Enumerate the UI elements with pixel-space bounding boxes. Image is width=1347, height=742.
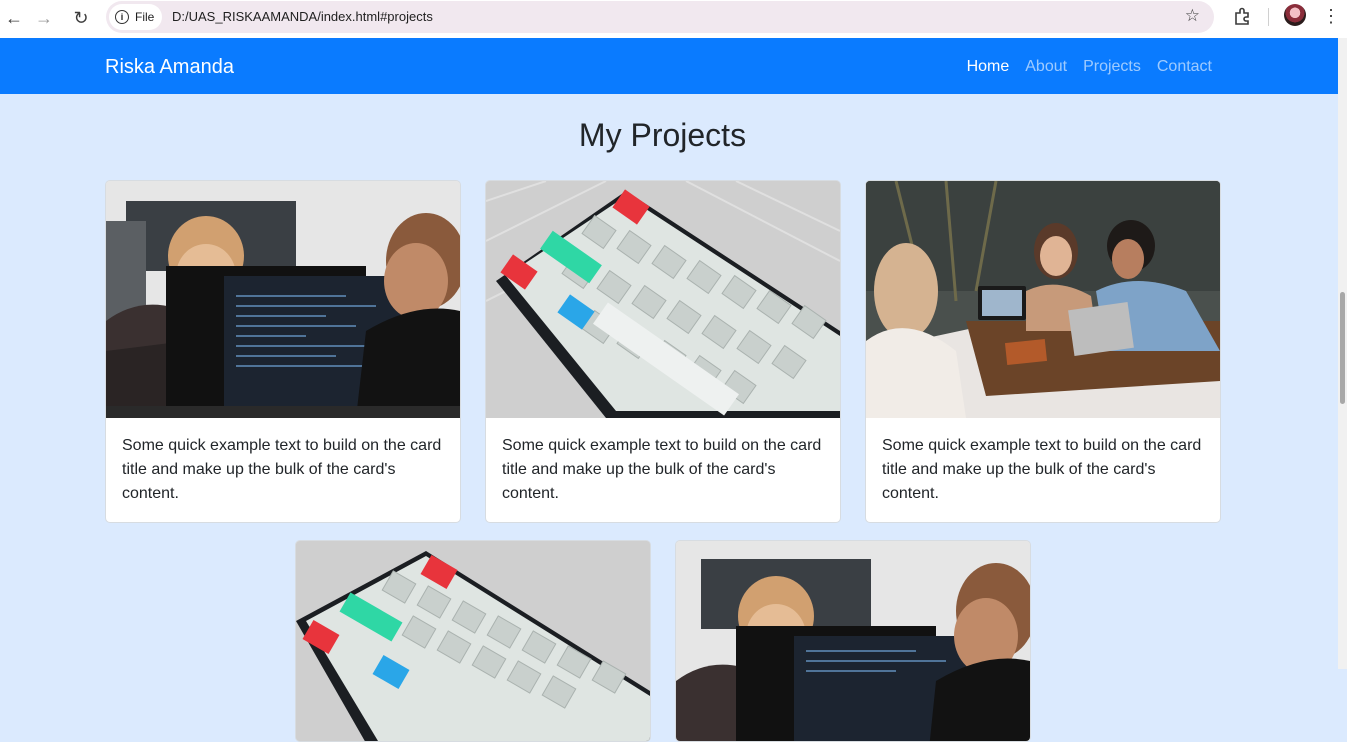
nav-link-home[interactable]: Home: [967, 58, 1010, 76]
back-icon[interactable]: ←: [0, 4, 28, 32]
keyboard-photo: [486, 181, 840, 418]
card-text: Some quick example text to build on the …: [122, 437, 442, 502]
nav-link-contact[interactable]: Contact: [1157, 58, 1212, 76]
file-label: File: [135, 10, 155, 24]
reload-icon[interactable]: ↻: [67, 4, 95, 32]
people-coding-photo: [676, 541, 1030, 741]
keyboard-photo: [296, 541, 650, 741]
forward-icon[interactable]: →: [30, 4, 58, 32]
nav-link-about[interactable]: About: [1025, 58, 1067, 76]
project-card: Some quick example text to build on the …: [485, 180, 841, 523]
card-text: Some quick example text to build on the …: [502, 437, 822, 502]
section-title: My Projects: [578, 117, 747, 153]
address-bar[interactable]: i File D:/UAS_RISKAAMANDA/index.html#pro…: [106, 1, 1214, 33]
profile-avatar[interactable]: [1284, 4, 1306, 26]
site-info-chip[interactable]: i File: [109, 4, 163, 30]
people-coding-photo: [106, 181, 460, 418]
project-card: [295, 540, 651, 742]
bookmark-star-icon[interactable]: ☆: [1185, 6, 1200, 26]
site-navbar: Riska Amanda Home About Projects Contact: [0, 38, 1338, 94]
card-text: Some quick example text to build on the …: [882, 437, 1202, 502]
project-card: Some quick example text to build on the …: [105, 180, 461, 523]
project-card: Some quick example text to build on the …: [865, 180, 1221, 523]
scrollbar-thumb[interactable]: [1340, 292, 1345, 404]
nav-links: Home About Projects Contact: [967, 58, 1212, 76]
brand-link[interactable]: Riska Amanda: [105, 56, 234, 79]
extensions-icon[interactable]: [1231, 5, 1253, 27]
nav-link-projects[interactable]: Projects: [1083, 58, 1141, 76]
url-text[interactable]: D:/UAS_RISKAAMANDA/index.html#projects: [172, 9, 433, 24]
browser-toolbar: ← → ↻ i File D:/UAS_RISKAAMANDA/index.ht…: [0, 0, 1347, 38]
project-card: [675, 540, 1031, 742]
info-icon: i: [115, 10, 129, 24]
page-scrollbar[interactable]: [1338, 38, 1347, 669]
team-meeting-photo: [866, 181, 1220, 418]
menu-kebab-icon[interactable]: ⋮: [1322, 4, 1340, 28]
toolbar-divider: [1268, 8, 1269, 26]
